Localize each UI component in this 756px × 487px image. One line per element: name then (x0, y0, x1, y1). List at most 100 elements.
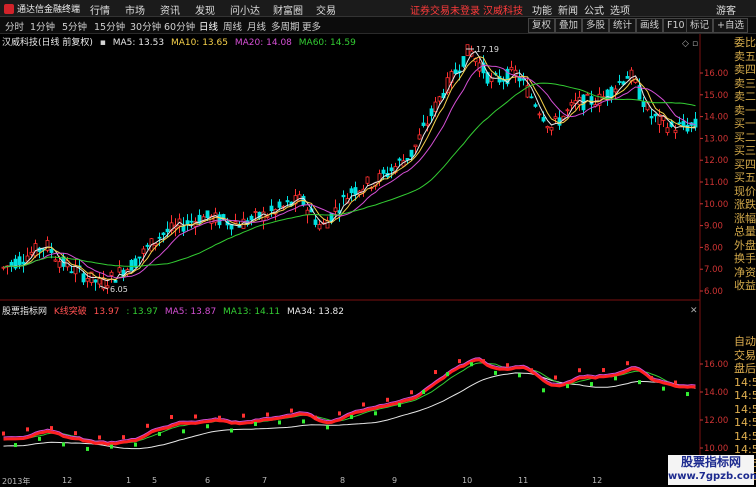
quote-label: 卖五 (734, 49, 756, 63)
candle-body (417, 134, 422, 140)
candle-body (85, 278, 90, 282)
signal-bar (278, 420, 281, 425)
time-axis: 2013年 12 1 5 6 7 8 9 10 11 12 (0, 476, 660, 487)
candle-body (353, 187, 358, 195)
quote-label: 14:56 (734, 416, 756, 429)
candle-body (429, 108, 434, 117)
candle-body (433, 101, 438, 113)
collapse-icon[interactable]: ▫ (692, 39, 698, 49)
candle-body (277, 201, 282, 208)
candle-body (81, 273, 86, 283)
xaxis-label: 9 (392, 476, 398, 485)
main-price-axis: 16.00 15.00 14.00 13.00 12.00 11.00 10.00 9.00 8… (700, 69, 728, 297)
candle-body (413, 144, 418, 148)
indicator-close-icon[interactable]: ✕ (690, 306, 698, 316)
quote-label: 现价 (734, 184, 756, 198)
signal-bar (290, 408, 293, 413)
signal-bar (350, 414, 353, 419)
candle-body (585, 93, 590, 96)
quote-label: 卖一 (734, 103, 756, 117)
candle-body (537, 113, 542, 116)
price-tick-label: 11.00 (704, 178, 728, 188)
signal-bar (194, 414, 197, 419)
candle-body (333, 207, 338, 212)
quote-panel-top: 委比 卖五 卖四 卖三 卖二 卖一 买一 买二 买三 买四 买五 现价 涨跌 涨幅 总量 外盘 换手 净资 收益 (734, 36, 756, 293)
signal-bar (458, 359, 461, 364)
price-tick-label: 12.00 (704, 156, 728, 166)
quote-label: 14:56 (734, 375, 756, 389)
quote-label: 卖四 (734, 63, 756, 76)
signal-bar (410, 390, 413, 395)
candle-body (109, 271, 114, 276)
candle-body (453, 69, 458, 74)
signal-bar (134, 442, 137, 447)
xaxis-label: 10 (462, 476, 473, 485)
xaxis-label: 12 (592, 476, 603, 485)
candle-body (421, 122, 426, 126)
candle-body (21, 261, 26, 265)
price-tick-label: 14.00 (704, 113, 728, 123)
candle-body (409, 149, 414, 157)
indicator-tick-label: 12.00 (704, 416, 728, 426)
watermark-title: 股票指标网 (680, 455, 741, 469)
signal-bar (374, 411, 377, 416)
candle-body (57, 261, 62, 268)
candle-body (317, 224, 322, 230)
xaxis-label: 2013年 (2, 477, 31, 486)
price-tick-label: 7.00 (704, 265, 723, 275)
watermark-url: www.7gpzb.com (668, 471, 756, 482)
candle-body (137, 256, 142, 259)
candle-body (565, 109, 570, 112)
candle-body (389, 167, 394, 172)
signal-bar (218, 415, 221, 420)
candle-body (45, 240, 50, 251)
signal-bar (338, 411, 341, 416)
candle-body (617, 81, 622, 83)
pin-icon[interactable]: ◇ (682, 39, 689, 49)
kline-chart[interactable]: 16.0015.0014.0013.0012.0011.0010.009.008… (0, 0, 756, 487)
quote-label: 14:56 (734, 429, 756, 443)
candle-body (509, 66, 514, 71)
quote-label: 外盘 (734, 238, 756, 252)
main-candles (1, 44, 698, 294)
quote-label: 买二 (734, 130, 756, 144)
signal-bar (50, 426, 53, 431)
signal-bar (638, 380, 641, 385)
candle-body (117, 267, 122, 273)
candle-body (365, 176, 370, 184)
xaxis-label: 1 (126, 476, 132, 485)
candle-body (569, 102, 574, 106)
signal-bar (626, 361, 629, 366)
candle-body (157, 236, 162, 239)
signal-bar (38, 436, 41, 441)
quote-label: 换手 (734, 252, 756, 265)
price-tick-label: 8.00 (704, 243, 723, 253)
high-annotation: 17.19 (476, 45, 499, 54)
signal-bar (26, 427, 29, 432)
candle-body (253, 211, 258, 213)
indicator-tick-label: 16.00 (704, 360, 728, 370)
signal-bar (146, 423, 149, 428)
candle-body (141, 248, 146, 254)
low-annotation: 6.05 (110, 285, 128, 294)
quote-label: 收益 (734, 279, 756, 292)
signal-bar (158, 431, 161, 436)
signal-bar (170, 415, 173, 420)
quote-label: 委比 (734, 36, 756, 49)
candle-body (217, 214, 222, 226)
signal-bar (266, 412, 269, 417)
signal-bar (602, 368, 605, 373)
price-tick-label: 10.00 (704, 200, 728, 210)
quote-label: 卖三 (734, 76, 756, 90)
signal-bar (314, 415, 317, 420)
signal-bar (398, 402, 401, 407)
signal-bar (590, 382, 593, 387)
quote-label: 买一 (734, 117, 756, 130)
candle-body (145, 244, 150, 247)
price-tick-label: 13.00 (704, 134, 728, 144)
signal-bar (254, 421, 257, 426)
candle-body (313, 219, 318, 225)
signal-bar (242, 413, 245, 418)
candle-body (681, 120, 686, 127)
site-watermark: 股票指标网 www.7gpzb.com (668, 455, 756, 485)
